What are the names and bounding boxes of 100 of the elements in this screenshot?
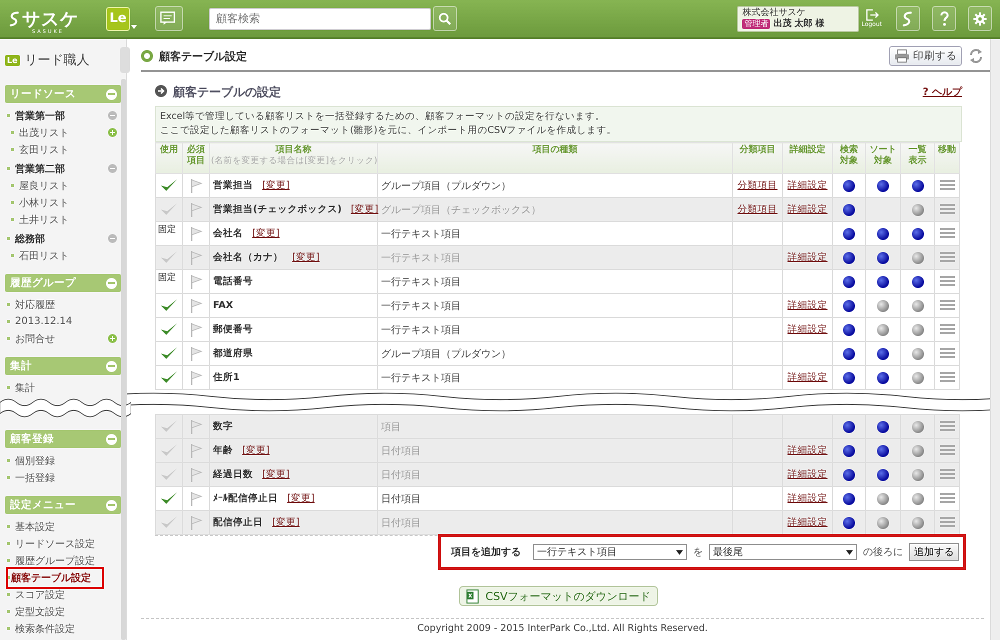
add-button[interactable]: 追加する: [909, 543, 959, 561]
checkmark-icon[interactable]: [160, 370, 178, 385]
refresh-icon[interactable]: [968, 48, 984, 64]
flag-icon[interactable]: [189, 346, 203, 362]
sidebar-item[interactable]: 出茂リスト: [19, 124, 69, 140]
flag-icon[interactable]: [189, 298, 203, 314]
checkmark-icon[interactable]: [160, 491, 178, 506]
add-icon[interactable]: [108, 334, 117, 343]
sidebar-item[interactable]: 顧客テーブル設定: [9, 570, 101, 586]
flag-icon[interactable]: [189, 466, 203, 482]
collapse-icon[interactable]: [106, 360, 117, 372]
sidebar-item[interactable]: 2013.12.14: [15, 315, 72, 328]
sidebar-item[interactable]: 定型文設定: [15, 604, 65, 620]
search-button[interactable]: [433, 6, 457, 31]
flag-icon[interactable]: [189, 322, 203, 338]
drag-handle-icon[interactable]: [940, 204, 954, 214]
message-button[interactable]: [155, 6, 183, 31]
drag-handle-icon[interactable]: [940, 180, 954, 190]
bullet-icon: [141, 50, 153, 62]
flag-icon[interactable]: [189, 514, 203, 530]
add-icon[interactable]: [108, 128, 117, 137]
drag-handle-icon[interactable]: [940, 469, 954, 480]
collapse-icon[interactable]: [106, 278, 117, 288]
flag-icon[interactable]: [189, 274, 203, 290]
sidebar-item[interactable]: 検索条件設定: [15, 620, 75, 636]
rename-link[interactable]: [変更]: [272, 517, 300, 528]
search-field[interactable]: 顧客検索: [209, 8, 431, 30]
scrollbar[interactable]: [121, 79, 126, 640]
position-dropdown[interactable]: 最後尾: [709, 544, 857, 560]
flag-icon[interactable]: [189, 202, 203, 218]
drag-handle-icon[interactable]: [940, 300, 954, 310]
rename-link[interactable]: [変更]: [292, 252, 320, 263]
checkmark-icon[interactable]: [160, 515, 178, 530]
collapse-icon[interactable]: [108, 234, 117, 243]
sidebar-item[interactable]: 石田リスト: [19, 248, 69, 264]
sidebar-item[interactable]: 履歴グループ設定: [15, 552, 95, 568]
collapse-icon[interactable]: [106, 434, 117, 444]
sidebar-item[interactable]: 基本設定: [15, 518, 55, 534]
checkmark-icon[interactable]: [160, 178, 178, 193]
checkmark-icon[interactable]: [160, 202, 178, 217]
settings-button[interactable]: [968, 6, 992, 31]
drag-handle-icon[interactable]: [940, 445, 954, 456]
app-button[interactable]: [896, 6, 920, 31]
drag-handle-icon[interactable]: [940, 252, 954, 262]
sidebar-item[interactable]: 総務部: [15, 230, 45, 246]
type-dropdown[interactable]: 一行テキスト項目: [533, 544, 687, 560]
sidebar-item[interactable]: 土井リスト: [19, 212, 69, 228]
checkmark-icon[interactable]: [160, 443, 178, 458]
drag-handle-icon[interactable]: [940, 276, 954, 286]
flag-icon[interactable]: [189, 250, 203, 266]
sidebar-item[interactable]: 玄田リスト: [19, 142, 69, 158]
flag-icon[interactable]: [189, 370, 203, 386]
help-link[interactable]: ? ヘルプ: [922, 85, 962, 99]
collapse-icon[interactable]: [106, 500, 117, 510]
checkmark-icon[interactable]: [160, 250, 178, 265]
print-button[interactable]: 印刷する: [889, 46, 962, 66]
collapse-icon[interactable]: [108, 111, 117, 120]
drag-handle-icon[interactable]: [940, 348, 954, 358]
rename-link[interactable]: [変更]: [252, 228, 280, 239]
drag-handle-icon[interactable]: [940, 372, 954, 382]
sidebar-item[interactable]: 個別登録: [15, 452, 55, 468]
sidebar-item[interactable]: 屋良リスト: [19, 178, 69, 194]
rename-link[interactable]: [変更]: [242, 445, 270, 456]
field-name: 年齢: [213, 445, 233, 456]
rename-link[interactable]: [変更]: [262, 180, 290, 191]
sidebar-item[interactable]: 営業第一部: [15, 108, 65, 124]
flag-icon[interactable]: [189, 226, 203, 242]
rename-link[interactable]: [変更]: [287, 493, 315, 504]
sidebar-item[interactable]: 一括登録: [15, 470, 55, 486]
sidebar-item[interactable]: 小林リスト: [19, 194, 69, 210]
logout-icon: [864, 9, 879, 21]
flag-icon[interactable]: [189, 418, 203, 434]
scrollbar[interactable]: [990, 39, 1000, 640]
flag-icon[interactable]: [189, 442, 203, 458]
rename-link[interactable]: [変更]: [262, 469, 290, 480]
sidebar-item[interactable]: 営業第二部: [15, 160, 65, 176]
sidebar-item[interactable]: 集計: [15, 380, 35, 396]
sidebar-item[interactable]: 対応履歴: [15, 296, 55, 312]
drag-handle-icon[interactable]: [940, 493, 954, 504]
checkmark-icon[interactable]: [160, 346, 178, 361]
checkmark-icon[interactable]: [160, 298, 178, 313]
flag-icon[interactable]: [189, 178, 203, 194]
checkmark-icon[interactable]: [160, 467, 178, 482]
sidebar-toggle[interactable]: [120, 47, 130, 73]
help-button[interactable]: [932, 6, 956, 31]
flag-icon[interactable]: [189, 490, 203, 506]
checkmark-icon[interactable]: [160, 322, 178, 337]
sidebar-item[interactable]: お問合せ: [15, 330, 55, 346]
checkmark-icon[interactable]: [160, 419, 178, 434]
drag-handle-icon[interactable]: [940, 324, 954, 334]
rename-link[interactable]: [変更]: [350, 204, 378, 215]
page-title: 顧客テーブル設定: [159, 48, 247, 64]
sidebar-item[interactable]: リードソース設定: [15, 536, 95, 552]
collapse-icon[interactable]: [108, 164, 117, 173]
collapse-icon[interactable]: [106, 88, 117, 100]
drag-handle-icon[interactable]: [940, 421, 954, 432]
drag-handle-icon[interactable]: [940, 517, 954, 528]
drag-handle-icon[interactable]: [940, 228, 954, 238]
sidebar-item[interactable]: スコア設定: [15, 586, 65, 602]
csv-download-button[interactable]: CSVフォーマットのダウンロード: [459, 586, 658, 606]
